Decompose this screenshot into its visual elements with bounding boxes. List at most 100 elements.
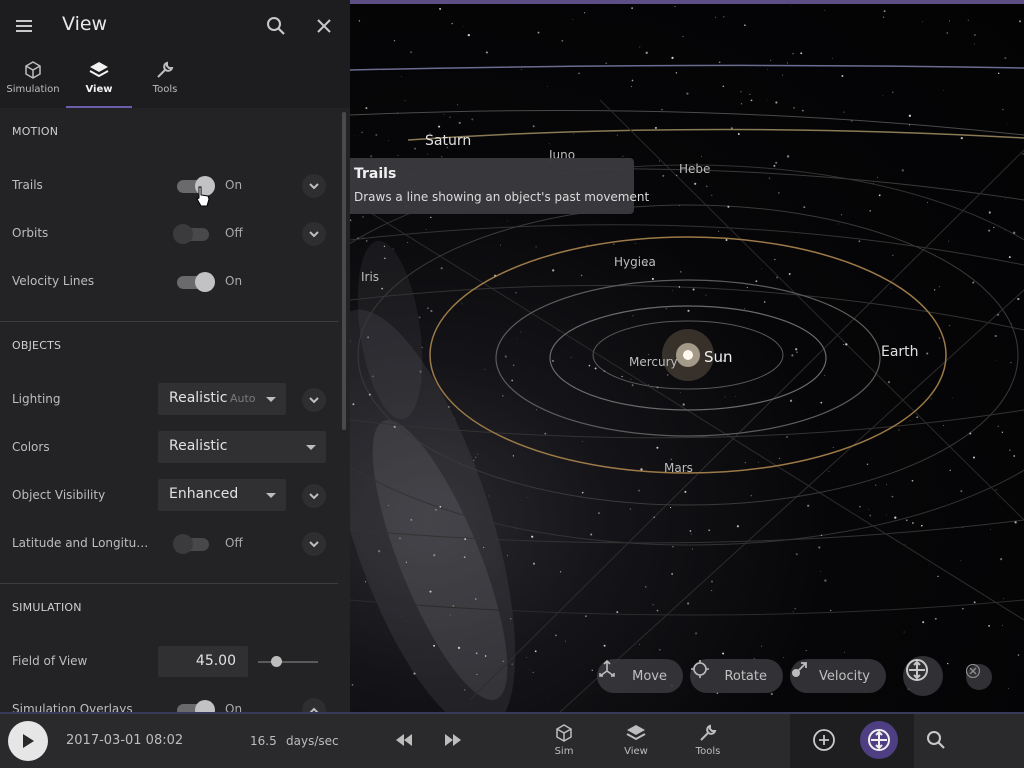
lat-long-label: Latitude and Longitud... — [12, 536, 150, 550]
section-motion: MOTION — [12, 125, 59, 138]
label-mars[interactable]: Mars — [664, 461, 693, 475]
label-hygiea[interactable]: Hygiea — [614, 255, 656, 269]
menu-button[interactable] — [10, 12, 38, 40]
field-of-view-input[interactable]: 45.00 — [158, 646, 248, 677]
label-sun[interactable]: Sun — [704, 348, 733, 366]
chevron-down-icon — [309, 182, 319, 189]
simulation-overlays-expand-button[interactable] — [302, 698, 326, 712]
close-panel-button[interactable] — [310, 12, 338, 40]
lighting-value: Realistic — [169, 390, 228, 406]
move-button[interactable]: Move — [597, 659, 683, 693]
section-divider — [0, 583, 338, 584]
object-visibility-dropdown[interactable]: Enhanced — [158, 479, 286, 511]
chevron-down-icon — [309, 396, 319, 403]
orbit-navigation-button[interactable] — [860, 721, 898, 759]
center-target-icon — [868, 729, 890, 751]
caret-down-icon — [306, 445, 316, 450]
rotate-button[interactable]: Rotate — [690, 659, 783, 693]
search-button[interactable] — [262, 12, 290, 40]
velocity-lines-label: Velocity Lines — [12, 274, 95, 288]
simulation-overlays-label: Simulation Overlays — [12, 702, 133, 712]
trails-label: Trails — [12, 178, 43, 192]
search-icon — [267, 17, 285, 35]
label-saturn[interactable]: Saturn — [425, 133, 471, 149]
lat-long-state: Off — [225, 536, 243, 550]
label-earth[interactable]: Earth — [881, 344, 919, 360]
label-mercury[interactable]: Mercury — [629, 355, 678, 369]
caret-down-icon — [266, 493, 276, 498]
move-label: Move — [632, 668, 667, 684]
close-controls-button[interactable] — [966, 664, 992, 690]
panel-title: View — [62, 13, 108, 35]
section-simulation: SIMULATION — [12, 601, 82, 614]
orbits-toggle[interactable] — [173, 223, 213, 245]
tooltip-title: Trails — [354, 166, 397, 182]
colors-dropdown[interactable]: Realistic — [158, 431, 326, 463]
velocity-arrow-icon — [792, 662, 809, 686]
bottom-bar: 2017-03-01 08:02 16.5 days/sec Sim View … — [0, 712, 1024, 768]
bottom-tab-sim-label: Sim — [554, 746, 574, 757]
caret-down-icon — [266, 397, 276, 402]
object-visibility-value: Enhanced — [169, 486, 239, 502]
reset-view-button[interactable] — [903, 656, 943, 696]
tab-tools-label: Tools — [152, 84, 178, 95]
velocity-label: Velocity — [819, 668, 870, 684]
play-icon — [23, 734, 34, 748]
tab-view-label: View — [85, 84, 113, 95]
object-visibility-label: Object Visibility — [12, 488, 106, 502]
play-button[interactable] — [8, 721, 48, 761]
chevron-down-icon — [309, 230, 319, 237]
field-of-view-label: Field of View — [12, 654, 88, 668]
bottom-tab-view-label: View — [624, 746, 648, 757]
search-objects-button[interactable] — [922, 726, 950, 754]
wrench-icon — [700, 724, 717, 741]
tab-simulation[interactable]: Simulation — [0, 56, 66, 106]
sim-date[interactable]: 2017-03-01 08:02 — [66, 733, 183, 748]
trails-expand-button[interactable] — [302, 174, 326, 198]
view-panel: View Simulation View Tools MOTION Trails… — [0, 0, 350, 712]
center-target-icon — [906, 659, 928, 681]
simulation-overlays-state: On — [225, 702, 243, 712]
bottom-tab-view[interactable]: View — [611, 720, 661, 757]
rewind-button[interactable] — [394, 732, 414, 752]
lighting-dropdown[interactable]: Realistic Auto — [158, 383, 286, 415]
label-hebe[interactable]: Hebe — [679, 162, 710, 176]
bottom-tab-sim[interactable]: Sim — [539, 720, 589, 757]
hand-cursor-icon — [196, 186, 210, 207]
lat-long-toggle[interactable] — [173, 533, 213, 555]
section-objects: OBJECTS — [12, 339, 62, 352]
object-visibility-expand-button[interactable] — [302, 484, 326, 508]
tab-view[interactable]: View — [66, 56, 132, 108]
close-icon — [317, 19, 331, 33]
trails-tooltip: Trails Draws a line showing an object's … — [346, 158, 650, 214]
add-button[interactable] — [810, 726, 838, 754]
colors-value: Realistic — [169, 438, 228, 454]
fast-forward-icon — [445, 734, 461, 746]
orbits-expand-button[interactable] — [302, 222, 326, 246]
tooltip-text: Draws a line showing an object's past mo… — [354, 190, 650, 204]
layers-icon — [89, 62, 109, 78]
rotate-icon — [691, 660, 714, 686]
field-of-view-slider[interactable] — [258, 656, 318, 668]
lighting-label: Lighting — [12, 392, 61, 406]
slider-thumb[interactable] — [271, 656, 282, 667]
lighting-expand-button[interactable] — [302, 388, 326, 412]
orbits-label: Orbits — [12, 226, 49, 240]
fast-forward-button[interactable] — [443, 732, 463, 752]
viewport-top-border — [350, 0, 1024, 4]
move-arrows-icon — [599, 659, 622, 686]
chevron-down-icon — [309, 492, 319, 499]
time-rate-unit: days/sec — [286, 734, 339, 748]
lat-long-expand-button[interactable] — [302, 532, 326, 556]
time-rate-value[interactable]: 16.5 — [250, 734, 277, 748]
simulation-overlays-toggle[interactable] — [175, 699, 215, 712]
label-iris[interactable]: Iris — [361, 270, 379, 284]
velocity-lines-toggle[interactable] — [175, 271, 215, 293]
velocity-button[interactable]: Velocity — [790, 659, 886, 693]
layers-icon — [626, 725, 646, 741]
rotate-label: Rotate — [724, 668, 767, 684]
tab-simulation-label: Simulation — [6, 84, 60, 95]
tab-tools[interactable]: Tools — [132, 56, 198, 106]
panel-scrollbar[interactable] — [342, 112, 346, 430]
bottom-tab-tools[interactable]: Tools — [683, 720, 733, 757]
